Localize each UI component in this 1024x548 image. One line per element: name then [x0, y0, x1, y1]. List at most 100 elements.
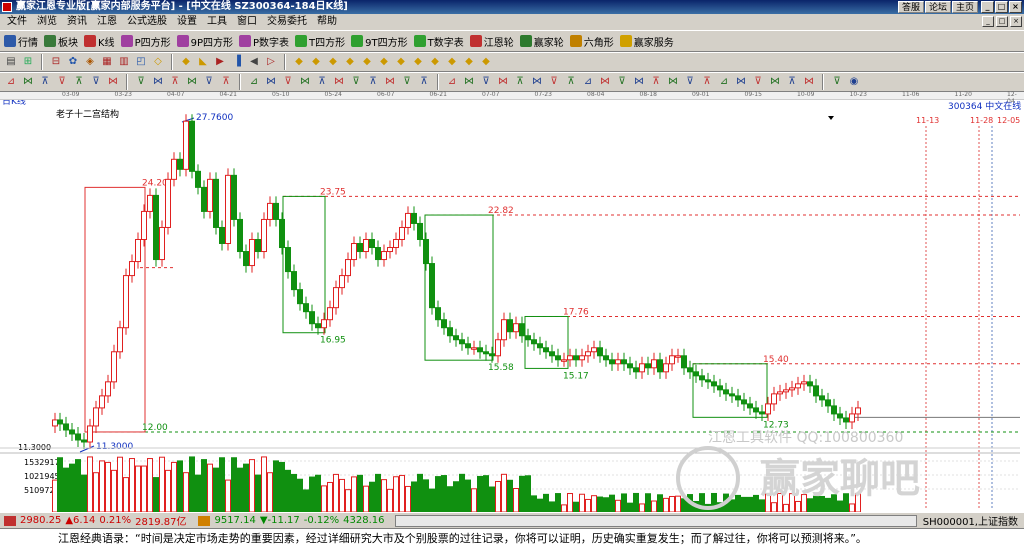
draw-tool-6-icon[interactable]: ▥: [117, 55, 131, 69]
analysis-tool-30-icon[interactable]: ⊽: [547, 75, 561, 89]
analysis-tool-17-icon[interactable]: ⊼: [315, 75, 329, 89]
toolbar-square-9p-button[interactable]: 9P四方形: [176, 34, 233, 49]
draw-tool-8-icon[interactable]: ◇: [151, 55, 165, 69]
analysis-tool-10-icon[interactable]: ⋈: [185, 75, 199, 89]
menu-info[interactable]: 资讯: [62, 14, 92, 30]
analysis-tool-41-icon[interactable]: ⋈: [734, 75, 748, 89]
analysis-tool-34-icon[interactable]: ⊽: [615, 75, 629, 89]
menu-settings[interactable]: 设置: [172, 14, 202, 30]
draw-tool-21-icon[interactable]: ◆: [394, 55, 408, 69]
analysis-tool-39-icon[interactable]: ⊼: [700, 75, 714, 89]
analysis-tool-27-icon[interactable]: ⋈: [496, 75, 510, 89]
analysis-tool-3-icon[interactable]: ⊽: [55, 75, 69, 89]
draw-tool-23-icon[interactable]: ◆: [428, 55, 442, 69]
kline-chart[interactable]: 日K线老子十二宫结构 300364 中文在线 11-13 11-28 12-05 24.2…: [0, 100, 1024, 512]
maximize-button[interactable]: □: [995, 1, 1008, 13]
analysis-tool-42-icon[interactable]: ⊽: [751, 75, 765, 89]
mdi-minimize-button[interactable]: _: [982, 16, 994, 27]
analysis-tool-11-icon[interactable]: ⊽: [202, 75, 216, 89]
analysis-tool-35-icon[interactable]: ⋈: [632, 75, 646, 89]
analysis-tool-46-icon[interactable]: ⊽: [830, 75, 844, 89]
analysis-tool-40-icon[interactable]: ⊿: [717, 75, 731, 89]
minimize-button[interactable]: _: [981, 1, 994, 13]
analysis-tool-33-icon[interactable]: ⋈: [598, 75, 612, 89]
draw-tool-15-icon[interactable]: ◆: [292, 55, 306, 69]
analysis-tool-21-icon[interactable]: ⋈: [383, 75, 397, 89]
mdi-close-button[interactable]: ×: [1010, 16, 1022, 27]
close-button[interactable]: ×: [1009, 1, 1022, 13]
draw-tool-11-icon[interactable]: ▶: [213, 55, 227, 69]
draw-tool-0-icon[interactable]: ▤: [4, 55, 18, 69]
draw-tool-25-icon[interactable]: ◆: [462, 55, 476, 69]
menu-window[interactable]: 窗口: [232, 14, 262, 30]
analysis-tool-1-icon[interactable]: ⋈: [21, 75, 35, 89]
menu-file[interactable]: 文件: [2, 14, 32, 30]
draw-tool-2-icon[interactable]: ⊟: [49, 55, 63, 69]
draw-tool-9-icon[interactable]: ◆: [179, 55, 193, 69]
analysis-tool-47-icon[interactable]: ◉: [847, 75, 861, 89]
draw-tool-13-icon[interactable]: ◀: [247, 55, 261, 69]
draw-tool-22-icon[interactable]: ◆: [411, 55, 425, 69]
draw-tool-10-icon[interactable]: ◣: [196, 55, 210, 69]
menu-gann[interactable]: 江恩: [92, 14, 122, 30]
horizontal-scrollbar[interactable]: [394, 514, 917, 527]
toolbar-hexagon-button[interactable]: 六角形: [569, 34, 614, 49]
analysis-tool-6-icon[interactable]: ⋈: [106, 75, 120, 89]
analysis-tool-38-icon[interactable]: ⊽: [683, 75, 697, 89]
draw-tool-1-icon[interactable]: ⊞: [21, 55, 35, 69]
analysis-tool-20-icon[interactable]: ⊼: [366, 75, 380, 89]
chart-area[interactable]: 03-09 03-23 04-07 04-21 05-10 05-24 06-07 06-21…: [0, 91, 1024, 512]
analysis-tool-2-icon[interactable]: ⊼: [38, 75, 52, 89]
toolbar-table-t-button[interactable]: T数字表: [413, 34, 464, 49]
toolbar-square-p-button[interactable]: P四方形: [120, 34, 171, 49]
toolbar-wheel-button[interactable]: 江恩轮: [469, 34, 514, 49]
draw-tool-20-icon[interactable]: ◆: [377, 55, 391, 69]
analysis-tool-31-icon[interactable]: ⊼: [564, 75, 578, 89]
toolbar-wheel2-button[interactable]: 赢家轮: [519, 34, 564, 49]
draw-tool-19-icon[interactable]: ◆: [360, 55, 374, 69]
analysis-tool-4-icon[interactable]: ⊼: [72, 75, 86, 89]
link-forum[interactable]: 论坛: [924, 1, 951, 13]
analysis-tool-23-icon[interactable]: ⊼: [417, 75, 431, 89]
analysis-tool-14-icon[interactable]: ⋈: [264, 75, 278, 89]
mdi-restore-button[interactable]: □: [996, 16, 1008, 27]
toolbar-square-t-button[interactable]: T四方形: [295, 34, 345, 49]
analysis-tool-9-icon[interactable]: ⊼: [168, 75, 182, 89]
draw-tool-17-icon[interactable]: ◆: [326, 55, 340, 69]
analysis-tool-45-icon[interactable]: ⋈: [802, 75, 816, 89]
draw-tool-24-icon[interactable]: ◆: [445, 55, 459, 69]
analysis-tool-0-icon[interactable]: ⊿: [4, 75, 18, 89]
menu-browse[interactable]: 浏览: [32, 14, 62, 30]
toolbar-table-p-button[interactable]: P数字表: [239, 34, 289, 49]
toolbar-candlestick-button[interactable]: K线: [84, 34, 115, 49]
toolbar-square-9t-button[interactable]: 9T四方形: [351, 34, 408, 49]
analysis-tool-22-icon[interactable]: ⊽: [400, 75, 414, 89]
toolbar-blocks-button[interactable]: 板块: [44, 34, 78, 49]
draw-tool-26-icon[interactable]: ◆: [479, 55, 493, 69]
analysis-tool-43-icon[interactable]: ⋈: [768, 75, 782, 89]
analysis-tool-29-icon[interactable]: ⋈: [530, 75, 544, 89]
analysis-tool-15-icon[interactable]: ⊽: [281, 75, 295, 89]
menu-tools[interactable]: 工具: [202, 14, 232, 30]
analysis-tool-5-icon[interactable]: ⊽: [89, 75, 103, 89]
draw-tool-5-icon[interactable]: ▦: [100, 55, 114, 69]
analysis-tool-44-icon[interactable]: ⊼: [785, 75, 799, 89]
menu-help[interactable]: 帮助: [312, 14, 342, 30]
menu-formula[interactable]: 公式选股: [122, 14, 172, 30]
draw-tool-14-icon[interactable]: ▷: [264, 55, 278, 69]
analysis-tool-26-icon[interactable]: ⊽: [479, 75, 493, 89]
analysis-tool-8-icon[interactable]: ⋈: [151, 75, 165, 89]
draw-tool-4-icon[interactable]: ◈: [83, 55, 97, 69]
menu-trade[interactable]: 交易委托: [262, 14, 312, 30]
analysis-tool-28-icon[interactable]: ⊼: [513, 75, 527, 89]
draw-tool-12-icon[interactable]: ▐: [230, 55, 244, 69]
analysis-tool-12-icon[interactable]: ⊼: [219, 75, 233, 89]
analysis-tool-25-icon[interactable]: ⋈: [462, 75, 476, 89]
analysis-tool-18-icon[interactable]: ⋈: [332, 75, 346, 89]
link-answer[interactable]: 答服: [897, 1, 924, 13]
index-selector[interactable]: SH000001,上证指数: [923, 513, 1018, 528]
draw-tool-18-icon[interactable]: ◆: [343, 55, 357, 69]
link-home[interactable]: 主页: [951, 1, 978, 13]
analysis-tool-13-icon[interactable]: ⊿: [247, 75, 261, 89]
analysis-tool-37-icon[interactable]: ⋈: [666, 75, 680, 89]
